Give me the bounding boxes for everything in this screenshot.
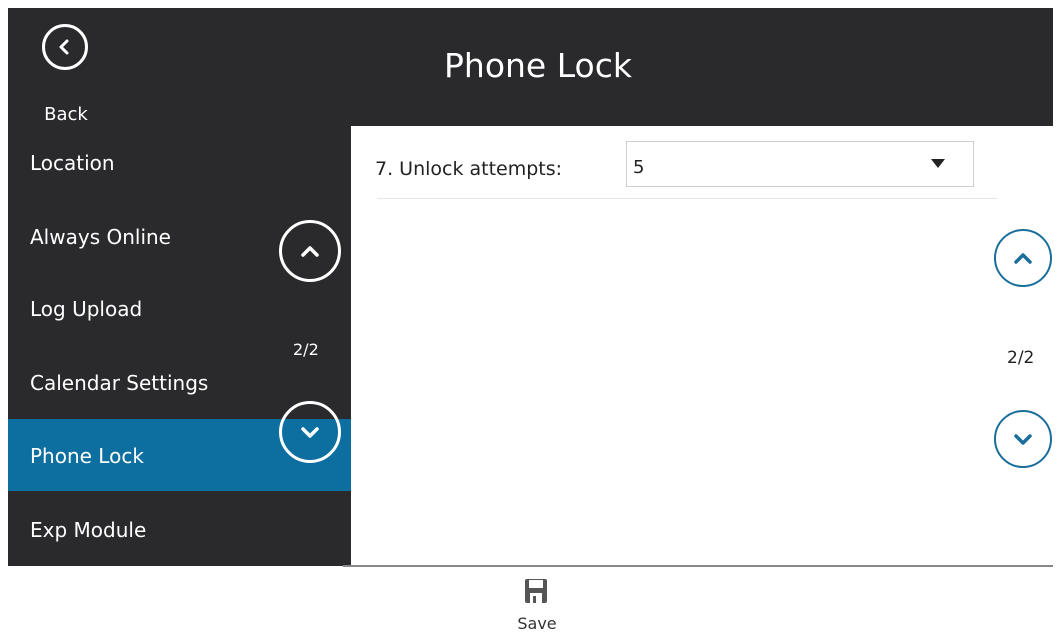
content-page-down-button[interactable] [994, 410, 1052, 468]
save-icon [525, 579, 547, 603]
sidebar-item-location[interactable]: Location [8, 126, 351, 198]
chevron-up-icon [1014, 253, 1032, 264]
save-label: Save [517, 614, 557, 633]
sidebar-item-label: Calendar Settings [30, 371, 209, 395]
caret-down-icon [931, 159, 945, 168]
back-circle[interactable] [42, 24, 88, 70]
chevron-down-icon [1014, 434, 1032, 445]
row-divider [377, 198, 997, 199]
sidebar-item-log-upload[interactable]: Log Upload [8, 274, 351, 346]
chevron-up-icon [301, 246, 319, 257]
unlock-attempts-label: 7. Unlock attempts: [375, 158, 563, 180]
sidebar-page-up-button[interactable] [279, 220, 341, 282]
content-page-up-button[interactable] [994, 229, 1052, 287]
settings-panel: 7. Unlock attempts: 5 2/2 [351, 126, 1053, 566]
sidebar-item-label: Location [30, 151, 115, 175]
unlock-attempts-value: 5 [633, 157, 645, 178]
content-page-indicator: 2/2 [1007, 348, 1035, 368]
sidebar-item-label: Exp Module [30, 518, 147, 542]
page-title: Phone Lock [444, 46, 632, 85]
sidebar-page-indicator: 2/2 [293, 340, 319, 359]
back-label: Back [44, 104, 88, 125]
header: Back Phone Lock [8, 8, 1053, 126]
sidebar-item-exp-module[interactable]: Exp Module [8, 493, 351, 565]
sidebar-item-label: Phone Lock [30, 444, 144, 468]
back-button[interactable]: Back [36, 24, 106, 125]
softkey-divider [343, 565, 1053, 567]
sidebar-item-label: Always Online [30, 225, 171, 249]
save-button[interactable]: Save [507, 578, 567, 634]
phone-screen: Back Phone Lock Location Always Online L… [8, 8, 1053, 566]
sidebar-page-down-button[interactable] [279, 401, 341, 463]
chevron-left-icon [59, 39, 69, 55]
sidebar-item-label: Log Upload [30, 297, 143, 321]
unlock-attempts-select[interactable]: 5 [626, 141, 974, 187]
chevron-down-icon [301, 427, 319, 438]
